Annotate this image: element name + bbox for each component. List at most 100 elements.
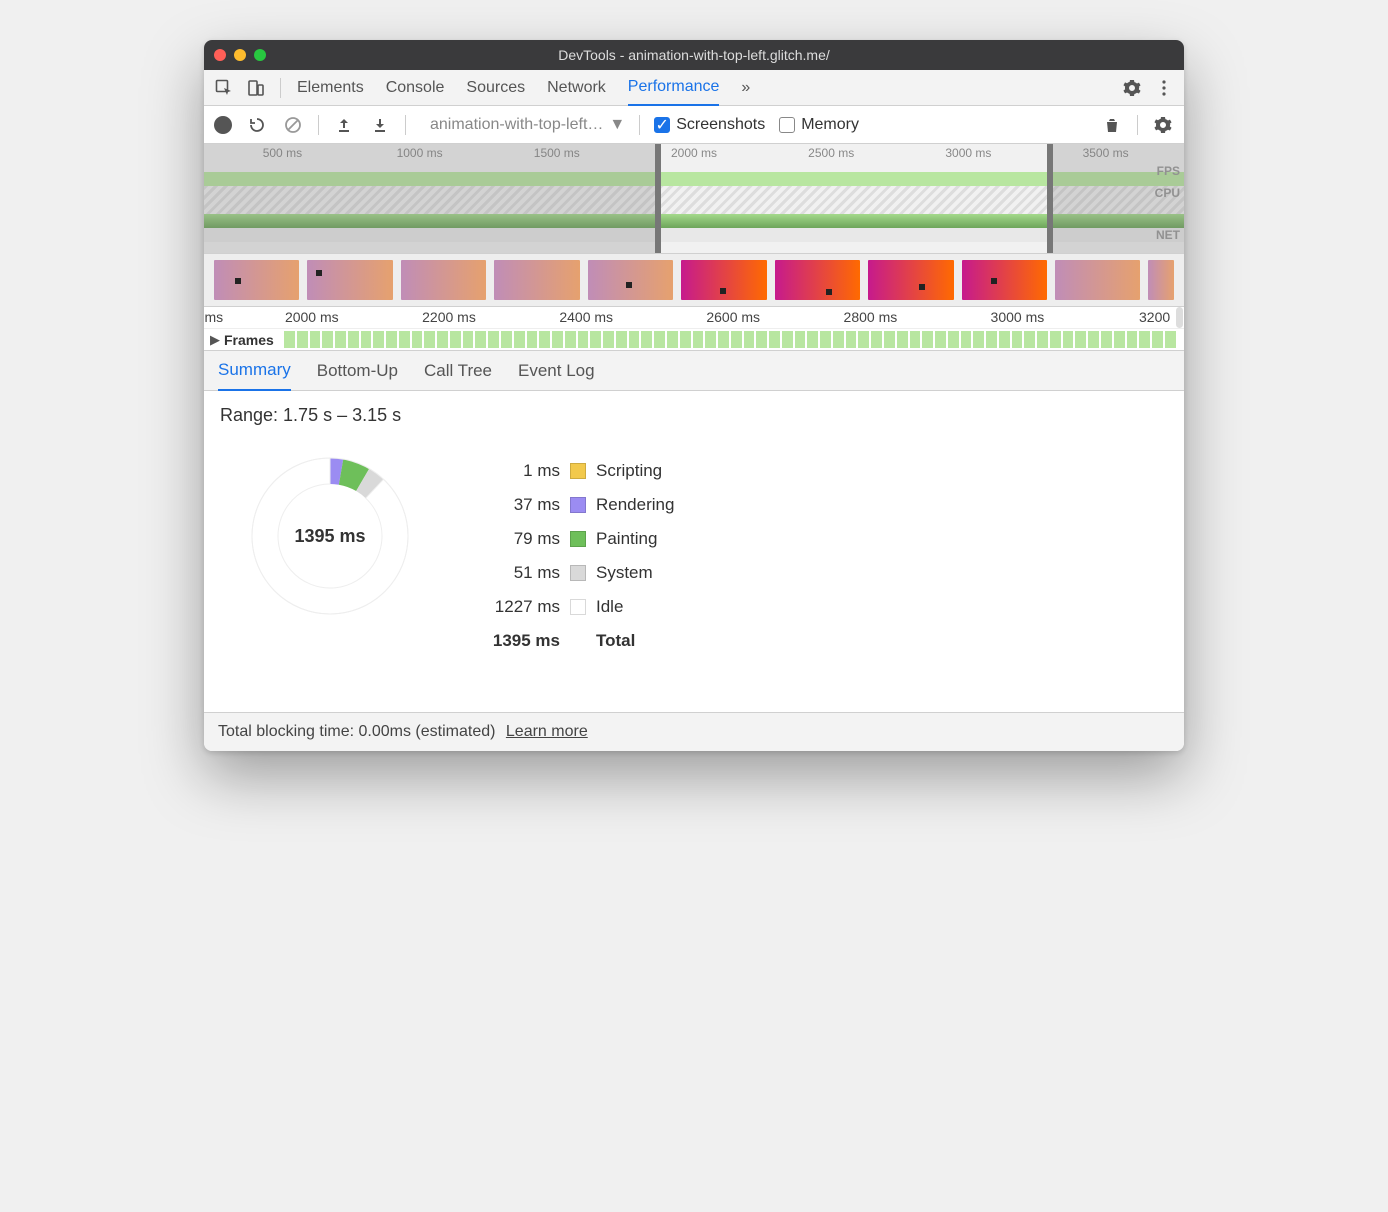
detail-tick: ms	[204, 309, 223, 325]
detail-tick: 2000 ms	[285, 309, 339, 325]
filmstrip-thumb[interactable]	[1148, 260, 1174, 300]
devtools-main-tabs: Elements Console Sources Network Perform…	[204, 70, 1184, 106]
separator	[280, 78, 281, 98]
filmstrip-thumb[interactable]	[307, 260, 392, 300]
device-toolbar-icon[interactable]	[242, 74, 270, 102]
legend-row: 37 ms Rendering	[470, 488, 674, 522]
settings-gear-icon[interactable]	[1118, 74, 1146, 102]
legend-row: 1227 ms Idle	[470, 590, 674, 624]
legend-ms: 79 ms	[470, 529, 560, 549]
legend-row: 1 ms Scripting	[470, 454, 674, 488]
capture-settings-gear-icon[interactable]	[1152, 116, 1174, 134]
record-button[interactable]	[214, 116, 232, 134]
detail-tick: 2800 ms	[844, 309, 898, 325]
overview-tick: 2000 ms	[671, 146, 717, 160]
tab-performance[interactable]: Performance	[628, 70, 720, 106]
close-window-button[interactable]	[214, 49, 226, 61]
legend-label: Painting	[596, 529, 657, 549]
filmstrip-thumb[interactable]	[962, 260, 1047, 300]
screenshots-label: Screenshots	[676, 116, 765, 134]
more-menu-icon[interactable]	[1150, 74, 1178, 102]
overview-handle-left[interactable]	[655, 144, 661, 253]
filmstrip-thumb[interactable]	[214, 260, 299, 300]
scrollbar[interactable]	[1176, 307, 1183, 328]
summary-donut-chart: 1395 ms	[240, 446, 420, 626]
delete-profile-icon[interactable]	[1101, 117, 1123, 133]
window-controls	[214, 49, 266, 61]
tab-elements[interactable]: Elements	[297, 70, 364, 106]
memory-checkbox[interactable]: Memory	[779, 116, 859, 134]
rtab-call-tree[interactable]: Call Tree	[424, 351, 492, 391]
legend-swatch	[570, 599, 586, 615]
learn-more-link[interactable]: Learn more	[506, 723, 588, 740]
dropdown-caret-icon: ▼	[609, 116, 625, 134]
title-bar: DevTools - animation-with-top-left.glitc…	[204, 40, 1184, 70]
clear-button[interactable]	[282, 116, 304, 134]
expand-toggle-icon[interactable]: ▶	[210, 332, 220, 348]
summary-footer: Total blocking time: 0.00ms (estimated) …	[204, 712, 1184, 751]
upload-profile-icon[interactable]	[333, 117, 355, 133]
filmstrip-thumb[interactable]	[868, 260, 953, 300]
summary-legend: 1 ms Scripting37 ms Rendering79 ms Paint…	[470, 454, 674, 658]
result-tabs: Summary Bottom-Up Call Tree Event Log	[204, 351, 1184, 391]
legend-swatch	[570, 463, 586, 479]
rtab-event-log[interactable]: Event Log	[518, 351, 595, 391]
legend-total-label: Total	[596, 631, 635, 651]
minimize-window-button[interactable]	[234, 49, 246, 61]
overview-handle-right[interactable]	[1047, 144, 1053, 253]
tabs-overflow-button[interactable]: »	[741, 70, 750, 106]
legend-row: 79 ms Painting	[470, 522, 674, 556]
window-title: DevTools - animation-with-top-left.glitc…	[204, 47, 1184, 63]
tab-network[interactable]: Network	[547, 70, 606, 106]
legend-label: Rendering	[596, 495, 674, 515]
detail-tick: 3000 ms	[991, 309, 1045, 325]
checkbox-unchecked-icon	[779, 117, 795, 133]
overview-dimmed-right	[1047, 144, 1184, 253]
legend-label: Scripting	[596, 461, 662, 481]
filmstrip-thumb[interactable]	[401, 260, 486, 300]
summary-panel: Range: 1.75 s – 3.15 s 1395 ms 1 ms Scri…	[204, 391, 1184, 672]
profile-filename: animation-with-top-left…	[430, 116, 603, 134]
checkbox-checked-icon: ✓	[654, 117, 670, 133]
legend-ms: 1 ms	[470, 461, 560, 481]
devtools-window: DevTools - animation-with-top-left.glitc…	[204, 40, 1184, 751]
maximize-window-button[interactable]	[254, 49, 266, 61]
detail-tick: 2400 ms	[559, 309, 613, 325]
donut-center-value: 1395 ms	[240, 446, 420, 626]
tab-console[interactable]: Console	[386, 70, 445, 106]
screenshots-checkbox[interactable]: ✓ Screenshots	[654, 116, 765, 134]
inspect-element-icon[interactable]	[210, 74, 238, 102]
legend-label: Idle	[596, 597, 623, 617]
performance-toolbar: animation-with-top-left… ▼ ✓ Screenshots…	[204, 106, 1184, 144]
filmstrip-thumb[interactable]	[775, 260, 860, 300]
legend-total-ms: 1395 ms	[470, 631, 560, 651]
frames-label: Frames	[224, 332, 274, 348]
legend-label: System	[596, 563, 653, 583]
frames-bars	[284, 331, 1176, 348]
profile-selector[interactable]: animation-with-top-left… ▼	[430, 116, 625, 134]
legend-row: 51 ms System	[470, 556, 674, 590]
filmstrip-thumb[interactable]	[1055, 260, 1140, 300]
screenshot-filmstrip[interactable]	[204, 254, 1184, 307]
legend-ms: 1227 ms	[470, 597, 560, 617]
filmstrip-thumb[interactable]	[494, 260, 579, 300]
download-profile-icon[interactable]	[369, 117, 391, 133]
filmstrip-thumb[interactable]	[588, 260, 673, 300]
overview-dimmed-left	[204, 144, 655, 253]
memory-label: Memory	[801, 116, 859, 134]
tab-sources[interactable]: Sources	[466, 70, 525, 106]
timeline-overview[interactable]: 500 ms 1000 ms 1500 ms 2000 ms 2500 ms 3…	[204, 144, 1184, 254]
overview-tick: 2500 ms	[808, 146, 854, 160]
detail-ruler[interactable]: ms 2000 ms 2200 ms 2400 ms 2600 ms 2800 …	[204, 307, 1184, 329]
reload-record-button[interactable]	[246, 116, 268, 134]
legend-swatch	[570, 497, 586, 513]
summary-range: Range: 1.75 s – 3.15 s	[220, 405, 1168, 426]
legend-swatch	[570, 565, 586, 581]
legend-spacer	[570, 633, 586, 649]
detail-tick: 2200 ms	[422, 309, 476, 325]
frames-section[interactable]: ▶ Frames	[204, 329, 1184, 351]
filmstrip-thumb[interactable]	[681, 260, 766, 300]
rtab-summary[interactable]: Summary	[218, 351, 291, 391]
rtab-bottom-up[interactable]: Bottom-Up	[317, 351, 398, 391]
legend-total-row: 1395 ms Total	[470, 624, 674, 658]
